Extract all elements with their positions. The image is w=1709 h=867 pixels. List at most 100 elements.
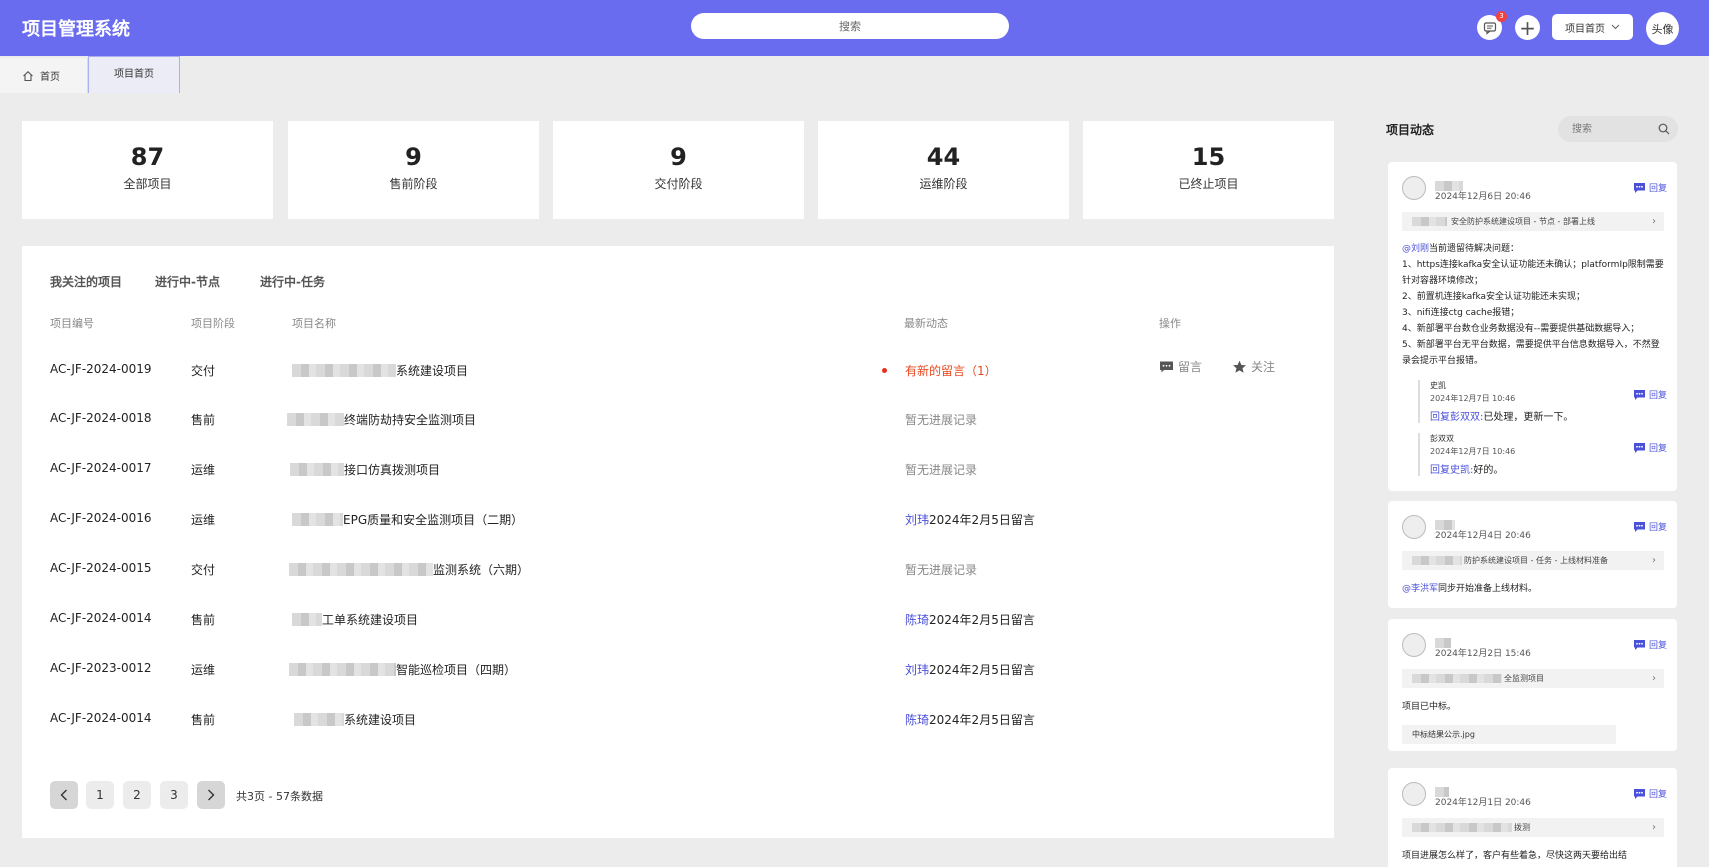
reply-button[interactable]: 回复 <box>1633 181 1667 194</box>
feed-context-text: 全监测项目 <box>1504 674 1544 683</box>
subtab-in-progress-nodes[interactable]: 进行中-节点 <box>155 273 220 290</box>
cell-project-id: AC-JF-2024-0014 <box>50 711 152 725</box>
add-button[interactable]: + <box>1515 15 1540 40</box>
project-select-value: 项目首页 <box>1565 23 1605 35</box>
feed-avatar <box>1402 176 1426 200</box>
dynamic-user-link[interactable]: 刘玮 <box>905 513 929 527</box>
stat-card-terminated[interactable]: 15 已终止项目 <box>1083 121 1334 219</box>
pagination-prev-button[interactable] <box>50 781 78 809</box>
comment-button[interactable]: 留言 <box>1159 358 1202 375</box>
project-name-text: EPG质量和安全监测项目（二期） <box>343 513 524 527</box>
mention-link[interactable]: @李洪军 <box>1402 584 1438 594</box>
cell-project-name[interactable]: 系统建设项目 <box>292 362 468 379</box>
cell-project-stage: 售前 <box>191 413 216 427</box>
feed-context-text: 安全防护系统建设项目 - 节点 - 部署上线 <box>1451 217 1595 226</box>
cell-project-name[interactable]: 系统建设项目 <box>294 711 416 728</box>
stat-card-presales[interactable]: 9 售前阶段 <box>288 121 539 219</box>
reply-icon <box>1633 639 1645 650</box>
feed-avatar <box>1402 782 1426 806</box>
column-header-id: 项目编号 <box>50 317 94 330</box>
cell-project-name[interactable]: 终端防劫持安全监测项目 <box>287 411 476 428</box>
project-name-text: 终端防劫持安全监测项目 <box>344 413 477 427</box>
reply-target-link[interactable]: 回复彭双双: <box>1430 412 1483 423</box>
reply-button[interactable]: 回复 <box>1633 441 1667 454</box>
pagination-page-1[interactable]: 1 <box>86 781 114 809</box>
follow-button[interactable]: 关注 <box>1232 358 1275 375</box>
reply-icon <box>1633 389 1645 400</box>
cell-latest-dynamic[interactable]: 刘玮2024年2月5日留言 <box>905 661 1035 678</box>
feed-content: 项目已中标。 <box>1402 702 1457 712</box>
cell-project-id: AC-JF-2024-0017 <box>50 461 152 475</box>
tab-project-home[interactable]: 项目首页 <box>88 56 180 93</box>
stat-card-all[interactable]: 87 全部项目 <box>22 121 273 219</box>
redacted-text <box>290 463 344 476</box>
project-select[interactable]: 项目首页 <box>1552 14 1633 40</box>
cell-project-id: AC-JF-2024-0016 <box>50 511 152 525</box>
cell-latest-dynamic[interactable]: 陈琦2024年2月5日留言 <box>905 611 1035 628</box>
feed-context-bar[interactable]: 全监测项目 › <box>1402 669 1664 688</box>
stat-card-maintenance[interactable]: 44 运维阶段 <box>818 121 1069 219</box>
attachment-file[interactable]: 中标结果公示.jpg <box>1402 725 1616 744</box>
cell-project-name[interactable]: 工单系统建设项目 <box>292 611 418 628</box>
tab-home[interactable]: 首页 <box>0 58 88 93</box>
dynamic-user-link[interactable]: 刘玮 <box>905 663 929 677</box>
subtab-followed-projects[interactable]: 我关注的项目 <box>50 273 122 290</box>
stat-label: 运维阶段 <box>919 177 968 191</box>
subtab-in-progress-tasks[interactable]: 进行中-任务 <box>260 273 325 290</box>
cell-project-name[interactable]: 监测系统（六期） <box>289 561 529 578</box>
chevron-right-icon: › <box>1652 673 1656 684</box>
mention-link[interactable]: @刘刚 <box>1402 244 1429 254</box>
chevron-right-icon <box>208 789 215 801</box>
feed-context-bar[interactable]: 拨测 › <box>1402 818 1664 837</box>
feed-text-lead: 当前遗留待解决问题： <box>1429 244 1520 254</box>
reply-target-link[interactable]: 回复史凯: <box>1430 465 1473 476</box>
global-search-input[interactable] <box>691 13 1009 39</box>
feed-time: 2024年12月2日 15:46 <box>1435 649 1531 659</box>
sub-reply-time: 2024年12月7日 10:46 <box>1430 394 1516 403</box>
cell-project-name[interactable]: 智能巡检项目（四期） <box>289 661 516 678</box>
cell-project-id: AC-JF-2023-0012 <box>50 661 152 675</box>
cell-latest-dynamic[interactable]: 陈琦2024年2月5日留言 <box>905 711 1035 728</box>
cell-latest-dynamic[interactable]: 刘玮2024年2月5日留言 <box>905 511 1035 528</box>
reply-label: 回复 <box>1648 184 1667 194</box>
unread-dot <box>882 368 887 373</box>
pagination-page-3[interactable]: 3 <box>160 781 188 809</box>
feed-line: 3、nifi连接ctg cache报错； <box>1402 308 1520 318</box>
cell-project-name[interactable]: 接口仿真拨测项目 <box>290 461 440 478</box>
feed-line: 5、新部署平台无平台数据，需要提供平台信息数据导入，不然登录会提示平台报错。 <box>1402 340 1660 366</box>
project-name-text: 接口仿真拨测项目 <box>344 463 441 477</box>
dynamic-user-link[interactable]: 陈琦 <box>905 613 929 627</box>
reply-button[interactable]: 回复 <box>1633 520 1667 533</box>
feed-context-bar[interactable]: 安全防护系统建设项目 - 节点 - 部署上线 › <box>1402 212 1664 231</box>
reply-button[interactable]: 回复 <box>1633 787 1667 800</box>
user-avatar[interactable]: 头像 <box>1646 12 1679 45</box>
search-icon[interactable] <box>1658 123 1670 135</box>
cell-project-stage: 交付 <box>191 563 216 577</box>
pagination-page-2[interactable]: 2 <box>123 781 151 809</box>
cell-latest-dynamic[interactable]: 有新的留言（1） <box>905 362 997 379</box>
pagination-next-button[interactable] <box>197 781 225 809</box>
feed-line: 2、前置机连接kafka安全认证功能还未实现； <box>1402 292 1586 302</box>
sub-reply-author: 史凯 <box>1430 381 1446 390</box>
sub-reply-body: 已处理，更新一下。 <box>1483 412 1574 423</box>
feed-time: 2024年12月4日 20:46 <box>1435 531 1531 541</box>
feed-content: @李洪军同步开始准备上线材料。 <box>1402 581 1668 597</box>
stat-label: 售前阶段 <box>389 177 438 191</box>
stat-card-delivery[interactable]: 9 交付阶段 <box>553 121 804 219</box>
feed-context-bar[interactable]: 防护系统建设项目 - 任务 - 上线材料准备 › <box>1402 551 1664 570</box>
feed-content: 项目进展怎么样了，客户有些着急，尽快这两天要给出结 <box>1402 851 1628 861</box>
stat-label: 已终止项目 <box>1178 177 1239 191</box>
reply-icon <box>1633 521 1645 532</box>
reply-button[interactable]: 回复 <box>1633 638 1667 651</box>
cell-project-stage: 运维 <box>191 513 216 527</box>
dynamic-user-link[interactable]: 陈琦 <box>905 713 929 727</box>
reply-button[interactable]: 回复 <box>1633 388 1667 401</box>
reply-label: 回复 <box>1648 790 1667 800</box>
cell-project-name[interactable]: EPG质量和安全监测项目（二期） <box>292 511 523 528</box>
chevron-down-icon <box>1611 24 1620 30</box>
redacted-text <box>294 713 344 726</box>
column-header-name: 项目名称 <box>292 317 336 330</box>
column-header-stage: 项目阶段 <box>191 317 235 330</box>
feed-time: 2024年12月6日 20:46 <box>1435 192 1531 202</box>
reply-icon <box>1633 788 1645 799</box>
